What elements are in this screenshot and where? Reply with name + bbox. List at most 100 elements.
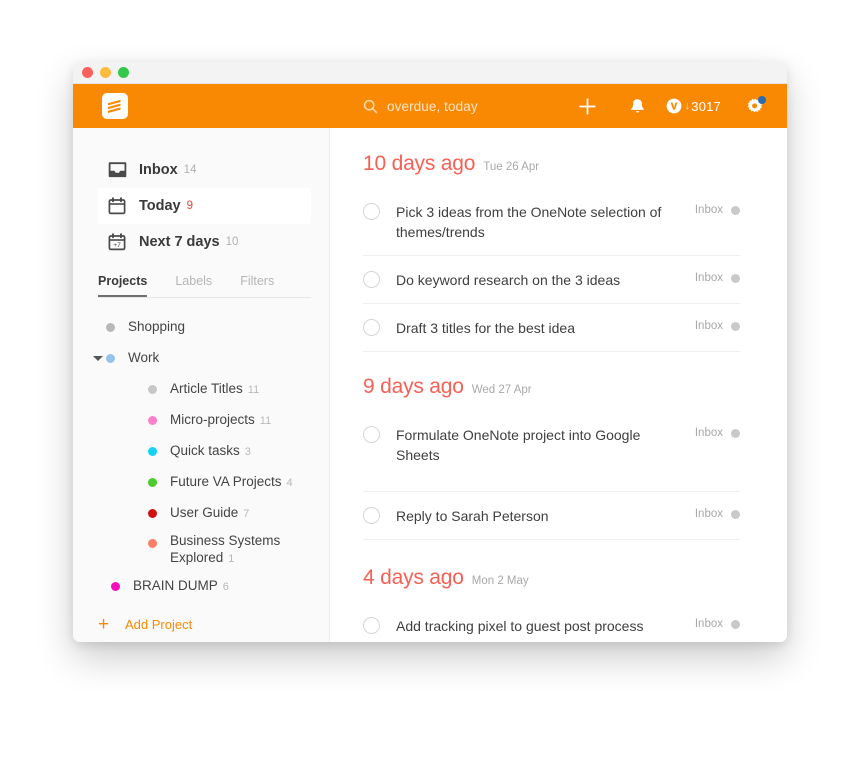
day-date-label: Mon 2 May xyxy=(471,575,529,587)
tab-projects[interactable]: Projects xyxy=(98,274,148,297)
project-label: User Guide xyxy=(170,505,239,521)
project-count: 3 xyxy=(244,445,251,458)
task-project-label: Inbox xyxy=(694,320,723,332)
task-project-dot xyxy=(731,273,740,283)
app-body: Inbox 14 Today 9 +7 Next 7 days 10 Proje… xyxy=(73,128,787,642)
project-label: Article Titles xyxy=(170,381,243,397)
task-row[interactable]: Add tracking pixel to guest post process… xyxy=(363,602,740,642)
task-row[interactable]: Pick 3 ideas from the OneNote selection … xyxy=(363,188,740,256)
sidebar: Inbox 14 Today 9 +7 Next 7 days 10 Proje… xyxy=(73,128,330,642)
window-close-button[interactable] xyxy=(82,67,93,78)
task-row[interactable]: Draft 3 titles for the best idea Inbox xyxy=(363,304,740,352)
day-relative-label: 9 days ago xyxy=(363,375,464,398)
task-project-dot xyxy=(731,321,740,331)
notifications-button[interactable] xyxy=(618,84,658,128)
karma-button[interactable]: ↓ 3017 xyxy=(666,98,721,114)
task-title[interactable]: Add tracking pixel to guest post process xyxy=(396,616,695,636)
task-title[interactable]: Draft 3 titles for the best idea xyxy=(396,318,695,338)
project-item-work[interactable]: Work xyxy=(73,343,329,374)
svg-text:+7: +7 xyxy=(113,242,121,249)
project-color-dot xyxy=(148,478,157,487)
project-item-article-titles[interactable]: Article Titles 11 xyxy=(73,374,329,405)
karma-count: 3017 xyxy=(691,98,721,114)
day-relative-label: 4 days ago xyxy=(363,566,464,589)
task-project-label: Inbox xyxy=(694,508,723,520)
app-toolbar: overdue, today ↓ 3017 xyxy=(73,84,787,128)
task-meta: Inbox xyxy=(695,508,740,520)
project-label: Shopping xyxy=(128,319,186,335)
tab-filters[interactable]: Filters xyxy=(240,274,274,297)
task-project-dot xyxy=(731,619,740,629)
task-checkbox[interactable] xyxy=(363,617,380,634)
settings-button[interactable] xyxy=(735,84,775,128)
task-title[interactable]: Reply to Sarah Peterson xyxy=(396,506,695,526)
sidebar-item-inbox[interactable]: Inbox 14 xyxy=(98,152,311,188)
window-minimize-button[interactable] xyxy=(100,67,111,78)
search-input[interactable]: overdue, today xyxy=(387,99,478,114)
task-list-panel: 10 days ago Tue 26 Apr Pick 3 ideas from… xyxy=(330,128,787,642)
task-row[interactable]: Do keyword research on the 3 ideas Inbox xyxy=(363,256,740,304)
task-row[interactable]: Formulate OneNote project into Google Sh… xyxy=(363,411,740,492)
project-count: 7 xyxy=(243,507,250,520)
task-row[interactable]: Reply to Sarah Peterson Inbox xyxy=(363,492,740,540)
task-checkbox[interactable] xyxy=(363,203,380,220)
task-meta: Inbox xyxy=(695,320,740,332)
task-group: 10 days ago Tue 26 Apr Pick 3 ideas from… xyxy=(363,152,740,352)
todoist-app-window: overdue, today ↓ 3017 Inbox 14 Today 9 +… xyxy=(73,62,787,642)
project-color-dot xyxy=(148,385,157,394)
sidebar-item-count: 9 xyxy=(186,200,194,212)
project-item-quick-tasks[interactable]: Quick tasks 3 xyxy=(73,436,329,467)
add-task-button[interactable] xyxy=(566,84,610,128)
search-box[interactable]: overdue, today xyxy=(363,84,478,128)
task-project-dot xyxy=(731,428,740,438)
project-color-dot xyxy=(106,323,115,332)
project-label: Quick tasks xyxy=(170,443,240,459)
task-meta: Inbox xyxy=(695,272,740,284)
sidebar-item-count: 14 xyxy=(183,164,197,176)
task-title[interactable]: Do keyword research on the 3 ideas xyxy=(396,270,695,290)
project-count: 1 xyxy=(228,553,235,565)
task-title[interactable]: Pick 3 ideas from the OneNote selection … xyxy=(396,202,695,242)
task-checkbox[interactable] xyxy=(363,319,380,336)
project-item-future-va-projects[interactable]: Future VA Projects 4 xyxy=(73,467,329,498)
plus-icon: + xyxy=(98,613,110,635)
chevron-down-icon[interactable] xyxy=(93,356,103,361)
project-item-shopping[interactable]: Shopping xyxy=(73,312,329,343)
day-date-label: Tue 26 Apr xyxy=(483,161,540,173)
project-label: Business Systems Explored 1 xyxy=(170,533,281,565)
project-count: 6 xyxy=(222,580,229,593)
day-date-label: Wed 27 Apr xyxy=(471,384,532,396)
day-header: 10 days ago Tue 26 Apr xyxy=(363,152,740,176)
search-icon xyxy=(363,99,378,114)
task-project-label: Inbox xyxy=(694,618,723,630)
sidebar-item-label: Today xyxy=(139,198,181,214)
project-item-micro-projects[interactable]: Micro-projects 11 xyxy=(73,405,329,436)
task-project-dot xyxy=(731,205,740,215)
task-title[interactable]: Formulate OneNote project into Google Sh… xyxy=(396,425,695,465)
project-color-dot xyxy=(148,509,157,518)
add-project-label: Add Project xyxy=(125,616,193,632)
task-checkbox[interactable] xyxy=(363,271,380,288)
window-maximize-button[interactable] xyxy=(118,67,129,78)
window-titlebar xyxy=(73,62,787,84)
sidebar-item-next-7-days[interactable]: +7 Next 7 days 10 xyxy=(98,224,311,260)
sidebar-item-label: Inbox xyxy=(139,162,178,178)
task-checkbox[interactable] xyxy=(363,426,380,443)
project-label: Work xyxy=(128,350,160,366)
project-item-brain-dump[interactable]: BRAIN DUMP 6 xyxy=(73,571,329,602)
add-project-button[interactable]: + Add Project xyxy=(73,607,329,641)
sidebar-item-today[interactable]: Today 9 xyxy=(98,188,311,224)
project-count: 4 xyxy=(286,476,293,489)
project-item-business-systems-explored[interactable]: Business Systems Explored 1 xyxy=(73,529,329,571)
todoist-logo-icon[interactable] xyxy=(102,93,128,119)
inbox-icon xyxy=(107,162,127,178)
settings-notification-dot xyxy=(758,96,766,104)
task-checkbox[interactable] xyxy=(363,507,380,524)
project-label: BRAIN DUMP xyxy=(133,578,218,594)
tab-labels[interactable]: Labels xyxy=(175,274,212,297)
task-project-label: Inbox xyxy=(694,427,723,439)
project-item-user-guide[interactable]: User Guide 7 xyxy=(73,498,329,529)
project-color-dot xyxy=(106,354,115,363)
project-color-dot xyxy=(148,416,157,425)
day-relative-label: 10 days ago xyxy=(363,152,476,175)
